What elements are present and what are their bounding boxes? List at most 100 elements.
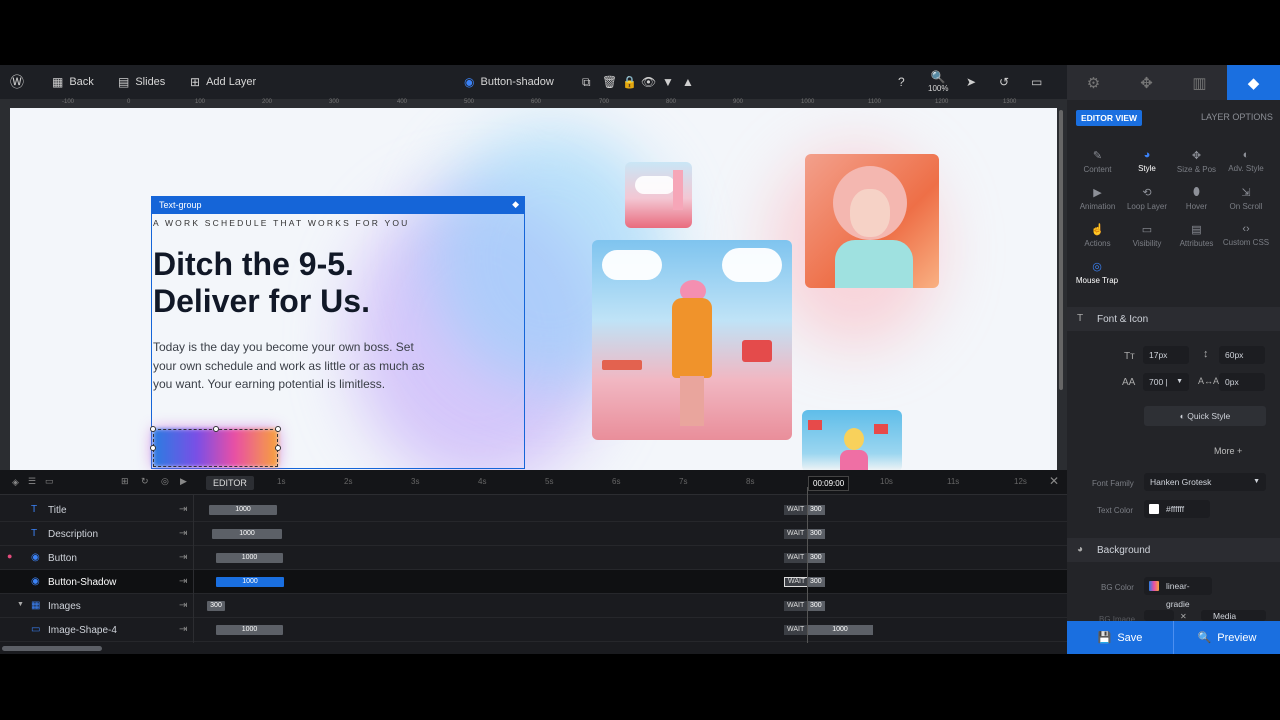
preview-button[interactable]: 🔍 Preview xyxy=(1174,621,1280,654)
arrow-down-icon[interactable]: ▼ xyxy=(662,65,674,99)
background-section-header[interactable]: ◕ Background xyxy=(1067,538,1280,562)
slide-tab[interactable]: ▥ xyxy=(1173,65,1226,100)
eye-icon[interactable]: 👁 xyxy=(641,65,656,99)
image-woman-portrait[interactable] xyxy=(805,154,939,288)
image-woman-clouds[interactable] xyxy=(592,240,792,440)
animation-bar[interactable]: 1000 xyxy=(216,625,283,635)
layers-tab[interactable]: ◆ xyxy=(1227,65,1280,100)
option-hover[interactable]: ⬮ Hover xyxy=(1170,186,1223,211)
timeline-row[interactable]: ▼ ▦ Images ⇥ 300 WAIT 300 xyxy=(0,594,1067,618)
resize-handle[interactable] xyxy=(213,426,219,432)
wait-bar[interactable]: 300 xyxy=(807,553,825,563)
bg-color-picker[interactable]: linear-gradie xyxy=(1144,577,1212,609)
font-size-input[interactable]: 17px xyxy=(1143,346,1189,364)
snap-icon[interactable]: ⇥ xyxy=(179,528,187,539)
wait-bar[interactable]: 1000 xyxy=(807,625,873,635)
snap-icon[interactable]: ⇥ xyxy=(179,576,187,587)
font-family-select[interactable]: Hanken Grotesk ▼ xyxy=(1144,473,1266,491)
undo-icon[interactable]: ↺ xyxy=(999,65,1009,99)
animation-bar[interactable]: 1000 xyxy=(216,577,284,587)
grid-icon[interactable]: ⊞ xyxy=(121,476,129,487)
close-icon[interactable]: ✕ xyxy=(1049,474,1059,488)
resize-handle[interactable] xyxy=(275,426,281,432)
lock-icon[interactable]: 🔒 xyxy=(622,65,637,99)
slide-canvas[interactable]: Text-group ◆ A WORK SCHEDULE THAT WORKS … xyxy=(10,108,1057,470)
snap-icon[interactable]: ⇥ xyxy=(179,624,187,635)
option-custom-css[interactable]: ‹› Custom CSS xyxy=(1220,223,1273,247)
text-color-picker[interactable]: #ffffff xyxy=(1144,500,1210,518)
timeline-row[interactable]: T Title ⇥ 1000 WAIT 300 xyxy=(0,498,1067,522)
play-icon[interactable]: ▶ xyxy=(180,476,187,487)
save-button[interactable]: 💾 Save xyxy=(1067,621,1173,654)
expand-icon[interactable]: ▼ xyxy=(17,601,24,608)
option-actions[interactable]: ☝ Actions xyxy=(1071,223,1124,248)
settings-tab[interactable]: ⚙ xyxy=(1067,65,1120,100)
bg-image-slot[interactable] xyxy=(1144,610,1174,621)
editor-tab[interactable]: EDITOR xyxy=(206,476,254,490)
option-on-scroll[interactable]: ⇲ On Scroll xyxy=(1220,186,1273,211)
resize-handle[interactable] xyxy=(150,426,156,432)
target-icon[interactable]: ◎ xyxy=(161,476,169,487)
help-icon[interactable]: ? xyxy=(898,65,905,99)
animation-bar[interactable]: 300 xyxy=(207,601,225,611)
animation-bar[interactable]: 1000 xyxy=(216,553,283,563)
wait-bar[interactable]: 300 xyxy=(807,577,825,587)
line-height-input[interactable]: 60px xyxy=(1219,346,1265,364)
selected-layer-dropdown[interactable]: ◉ Button-shadow xyxy=(464,65,554,99)
editor-view-badge[interactable]: EDITOR VIEW xyxy=(1076,110,1143,126)
wait-bar[interactable]: 300 xyxy=(807,601,825,611)
wordpress-logo-icon[interactable]: Ⓦ xyxy=(10,65,24,99)
font-weight-select[interactable]: 700 | ▼ xyxy=(1143,373,1189,391)
timeline-row[interactable]: T Description ⇥ 1000 WAIT 300 xyxy=(0,522,1067,546)
option-loop-layer[interactable]: ⟲ Loop Layer xyxy=(1121,186,1174,211)
desktop-view-icon[interactable]: ▭ xyxy=(1031,65,1042,99)
media-button[interactable]: Media xyxy=(1201,610,1266,621)
timeline-row[interactable]: ● ◉ Button ⇥ 1000 WAIT 300 xyxy=(0,546,1067,570)
layers-icon[interactable]: ◈ xyxy=(12,477,19,488)
animation-bar[interactable]: 1000 xyxy=(212,529,282,539)
arrow-up-icon[interactable]: ▲ xyxy=(682,65,694,99)
canvas-vertical-scrollbar[interactable] xyxy=(1057,108,1067,470)
image-city-clouds[interactable] xyxy=(625,162,692,228)
navigation-tab[interactable]: ✥ xyxy=(1120,65,1173,100)
remove-image-icon[interactable]: ✕ xyxy=(1180,612,1187,621)
folder-icon[interactable]: ▭ xyxy=(45,476,54,487)
playhead[interactable] xyxy=(807,487,808,643)
option-style[interactable]: ◕ Style xyxy=(1121,149,1174,173)
slides-button[interactable]: ▤ Slides xyxy=(118,65,165,99)
duplicate-icon[interactable]: ⧉ xyxy=(582,65,591,99)
back-button[interactable]: ▦ Back xyxy=(52,65,94,99)
wait-bar[interactable]: 300 xyxy=(807,529,825,539)
wait-bar[interactable]: 300 xyxy=(807,505,825,515)
more-toggle[interactable]: More + xyxy=(1214,446,1242,456)
resize-handle[interactable] xyxy=(150,445,156,451)
add-layer-button[interactable]: ⊞ Add Layer xyxy=(190,65,256,99)
image-woman-sunglasses[interactable] xyxy=(802,410,902,470)
list-icon[interactable]: ☰ xyxy=(28,476,36,487)
snap-icon[interactable]: ⇥ xyxy=(179,600,187,611)
delete-icon[interactable]: 🗑 xyxy=(602,65,617,99)
font-icon-section-header[interactable]: T Font & Icon xyxy=(1067,307,1280,331)
loop-icon[interactable]: ↻ xyxy=(141,476,149,487)
letter-spacing-input[interactable]: 0px xyxy=(1219,373,1265,391)
option-content[interactable]: ✎ Content xyxy=(1071,149,1124,174)
option-adv-style[interactable]: ◐ Adv. Style xyxy=(1220,149,1273,173)
snap-icon[interactable]: ⇥ xyxy=(179,504,187,515)
quick-style-button[interactable]: ◐ Quick Style xyxy=(1144,406,1266,426)
option-visibility[interactable]: ▭ Visibility xyxy=(1121,223,1174,248)
selection-box[interactable] xyxy=(150,426,281,467)
option-animation[interactable]: ▶ Animation xyxy=(1071,186,1124,211)
animation-bar[interactable]: 1000 xyxy=(209,505,277,515)
text-group-label[interactable]: Text-group ◆ xyxy=(151,196,525,214)
snap-icon[interactable]: ⇥ xyxy=(179,552,187,563)
timeline-row[interactable]: ◉ Button-Shadow ⇥ 1000 WAIT 300 xyxy=(0,570,1067,594)
timeline-row[interactable]: ▭ Image-Shape-4 ⇥ 1000 WAIT 1000 xyxy=(0,618,1067,642)
option-attributes[interactable]: ▤ Attributes xyxy=(1170,223,1223,248)
cursor-icon[interactable]: ➤ xyxy=(966,65,976,99)
timeline-horizontal-scrollbar[interactable] xyxy=(0,643,1067,654)
resize-handle[interactable] xyxy=(275,445,281,451)
option-mouse-trap[interactable]: ◎ Mouse Trap xyxy=(1067,260,1127,285)
option-size-pos[interactable]: ✥ Size & Pos xyxy=(1170,149,1223,174)
current-time[interactable]: 00:09:00 xyxy=(808,476,850,491)
zoom-control[interactable]: 🔍 100% xyxy=(928,65,948,99)
